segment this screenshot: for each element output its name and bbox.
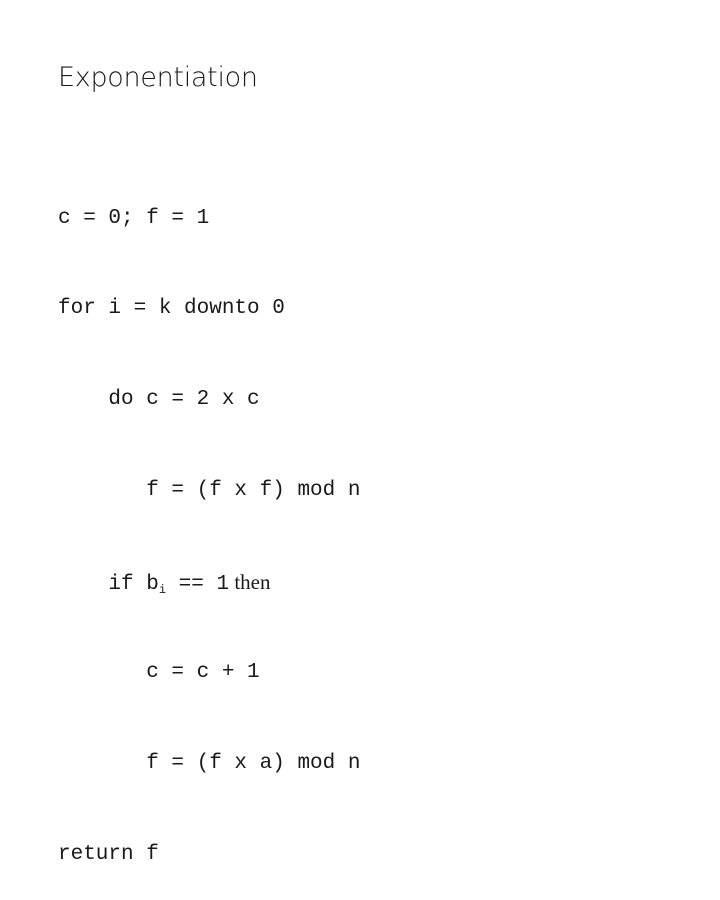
code-line: f = (f x f) mod n [146, 479, 361, 503]
code-line: for i = k downto 0 [58, 297, 285, 321]
code-line: do c = 2 x c [108, 388, 260, 412]
slide-title: Exponentiation [58, 62, 258, 93]
code-line: if bi == 1 then [108, 570, 271, 598]
pseudocode-block: c = 0; f = 1 for i = k downto 0 do c = 2… [58, 143, 360, 900]
subscript-i: i [158, 583, 167, 598]
code-line: c = c + 1 [146, 661, 260, 685]
code-line: return f [58, 842, 159, 866]
code-line: f = (f x a) mod n [146, 751, 361, 775]
code-line: c = 0; f = 1 [58, 206, 210, 230]
